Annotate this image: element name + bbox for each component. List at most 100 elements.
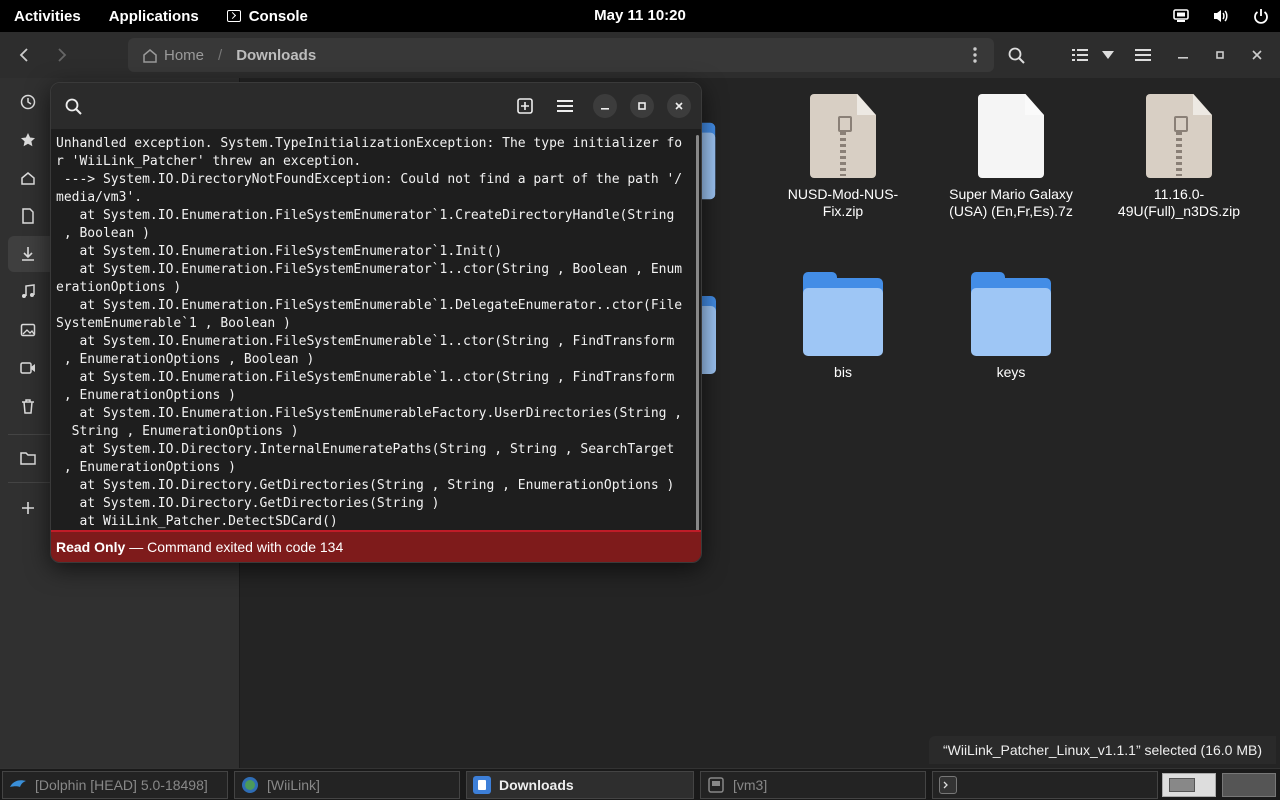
music-icon bbox=[20, 284, 36, 300]
zip-archive-icon bbox=[1146, 94, 1212, 178]
terminal-line: media/vm3'. bbox=[56, 190, 143, 205]
breadcrumb-separator: / bbox=[218, 46, 223, 64]
menu-icon bbox=[1135, 49, 1151, 61]
terminal-line: String , EnumerationOptions ) bbox=[56, 424, 299, 439]
list-view-button[interactable] bbox=[1065, 40, 1095, 70]
document-icon bbox=[20, 208, 36, 224]
task-dolphin[interactable]: [Dolphin [HEAD] 5.0-18498] bbox=[2, 771, 228, 799]
task-wiilink[interactable]: [WiiLink] bbox=[234, 771, 460, 799]
close-icon bbox=[675, 102, 683, 110]
folder-icon bbox=[803, 272, 883, 356]
list-icon bbox=[1072, 49, 1088, 61]
terminal-line: at System.IO.Enumeration.FileSystemEnume… bbox=[56, 334, 675, 349]
console-maximize-button[interactable] bbox=[630, 94, 654, 118]
terminal-line: Unhandled exception. System.TypeInitiali… bbox=[56, 136, 683, 151]
terminal-line: at System.IO.Enumeration.FileSystemEnume… bbox=[56, 406, 683, 421]
terminal-line: , EnumerationOptions , Boolean ) bbox=[56, 352, 315, 367]
maximize-icon bbox=[1216, 51, 1224, 59]
workspace-window-thumb bbox=[1169, 778, 1195, 792]
forward-button[interactable] bbox=[47, 40, 77, 70]
task-label: Downloads bbox=[499, 777, 574, 793]
hamburger-menu-button[interactable] bbox=[1128, 40, 1158, 70]
close-icon bbox=[1252, 50, 1262, 60]
search-icon bbox=[1008, 47, 1025, 64]
terminal-line: , EnumerationOptions ) bbox=[56, 460, 237, 475]
terminal-line: , Boolean ) bbox=[56, 226, 150, 241]
task-terminal[interactable] bbox=[932, 771, 1158, 799]
console-scrollbar[interactable] bbox=[696, 135, 699, 535]
terminal-line: SystemEnumerable`1 , Boolean ) bbox=[56, 316, 291, 331]
terminal-icon bbox=[939, 776, 957, 794]
file-item-name: Super Mario Galaxy (USA) (En,Fr,Es).7z bbox=[949, 186, 1073, 219]
terminal-line: at System.IO.Enumeration.FileSystemEnume… bbox=[56, 262, 683, 277]
console-icon bbox=[226, 10, 241, 22]
terminal-line: at System.IO.Directory.InternalEnumerate… bbox=[56, 442, 675, 457]
file-item-bis[interactable]: bis bbox=[768, 264, 918, 381]
top-bar: Activities Applications Console May 11 1… bbox=[0, 0, 1280, 32]
breadcrumb-home[interactable]: Home bbox=[142, 47, 204, 64]
app-menu[interactable]: Console bbox=[213, 0, 322, 32]
task-downloads[interactable]: Downloads bbox=[466, 771, 694, 799]
minimize-icon bbox=[1178, 57, 1188, 59]
terminal-line: erationOptions ) bbox=[56, 280, 182, 295]
new-tab-icon bbox=[517, 98, 533, 114]
power-icon[interactable] bbox=[1252, 7, 1270, 25]
file-item-name: 11.16.0-49U(Full)_n3DS.zip bbox=[1117, 186, 1241, 219]
chevron-down-icon bbox=[1102, 51, 1114, 59]
path-bar[interactable]: Home / Downloads bbox=[128, 38, 994, 72]
document-icon bbox=[978, 94, 1044, 178]
minimize-icon bbox=[601, 108, 609, 110]
zip-archive-icon bbox=[810, 94, 876, 178]
picture-icon bbox=[20, 322, 36, 338]
maximize-button[interactable] bbox=[1205, 40, 1235, 70]
terminal-line: at WiiLink_Patcher.DetectSDCard() bbox=[56, 514, 338, 529]
terminal-line: at System.IO.Enumeration.FileSystemEnume… bbox=[56, 298, 683, 313]
volume-icon[interactable] bbox=[1212, 7, 1230, 25]
console-search-button[interactable] bbox=[59, 92, 87, 120]
trash-icon bbox=[20, 398, 36, 414]
workspace-1[interactable] bbox=[1162, 773, 1216, 797]
file-item-3ds-zip[interactable]: 11.16.0-49U(Full)_n3DS.zip bbox=[1104, 78, 1254, 220]
drive-icon bbox=[707, 776, 725, 794]
minimize-button[interactable] bbox=[1168, 40, 1198, 70]
close-button[interactable] bbox=[1242, 40, 1272, 70]
selection-status: “WiiLink_Patcher_Linux_v1.1.1” selected … bbox=[928, 736, 1276, 764]
download-icon bbox=[20, 246, 36, 262]
console-window[interactable]: Unhandled exception. System.TypeInitiali… bbox=[50, 82, 702, 563]
app-name: Console bbox=[248, 7, 308, 25]
file-item-name: bis bbox=[834, 364, 852, 380]
search-button[interactable] bbox=[1001, 40, 1031, 70]
terminal-line: r 'WiiLink_Patcher' threw an exception. bbox=[56, 154, 362, 169]
terminal-line: at System.IO.Enumeration.FileSystemEnume… bbox=[56, 244, 503, 259]
kebab-menu-icon[interactable] bbox=[960, 40, 990, 70]
terminal-output[interactable]: Unhandled exception. System.TypeInitiali… bbox=[51, 129, 697, 531]
system-tray bbox=[1172, 0, 1270, 32]
files-icon bbox=[473, 776, 491, 794]
console-minimize-button[interactable] bbox=[593, 94, 617, 118]
breadcrumb-current[interactable]: Downloads bbox=[236, 47, 316, 64]
terminal-line: , EnumerationOptions ) bbox=[56, 388, 237, 403]
task-label: [WiiLink] bbox=[267, 777, 320, 793]
terminal-line: at System.IO.Directory.GetDirectories(St… bbox=[56, 478, 675, 493]
console-close-button[interactable] bbox=[667, 94, 691, 118]
task-label: [vm3] bbox=[733, 777, 768, 793]
file-item-keys[interactable]: keys bbox=[936, 264, 1086, 381]
new-tab-button[interactable] bbox=[511, 92, 539, 120]
banner-text: — Command exited with code 134 bbox=[129, 539, 344, 555]
maximize-icon bbox=[638, 102, 646, 110]
file-item-nusd-zip[interactable]: NUSD-Mod-NUS-Fix.zip bbox=[768, 78, 918, 220]
applications-menu[interactable]: Applications bbox=[95, 0, 213, 32]
file-item-name: NUSD-Mod-NUS-Fix.zip bbox=[787, 186, 899, 219]
terminal-line: at System.IO.Directory.GetDirectories(St… bbox=[56, 496, 440, 511]
view-options-dropdown[interactable] bbox=[1093, 40, 1123, 70]
activities-button[interactable]: Activities bbox=[0, 0, 95, 32]
workspace-2[interactable] bbox=[1222, 773, 1276, 797]
back-button[interactable] bbox=[9, 40, 39, 70]
plus-icon bbox=[20, 500, 36, 516]
recent-icon bbox=[20, 94, 36, 110]
display-icon[interactable] bbox=[1172, 7, 1190, 25]
console-menu-button[interactable] bbox=[551, 92, 579, 120]
terminal-line: at System.IO.Enumeration.FileSystemEnume… bbox=[56, 370, 675, 385]
task-vm3[interactable]: [vm3] bbox=[700, 771, 926, 799]
file-item-mario-7z[interactable]: Super Mario Galaxy (USA) (En,Fr,Es).7z bbox=[936, 78, 1086, 220]
